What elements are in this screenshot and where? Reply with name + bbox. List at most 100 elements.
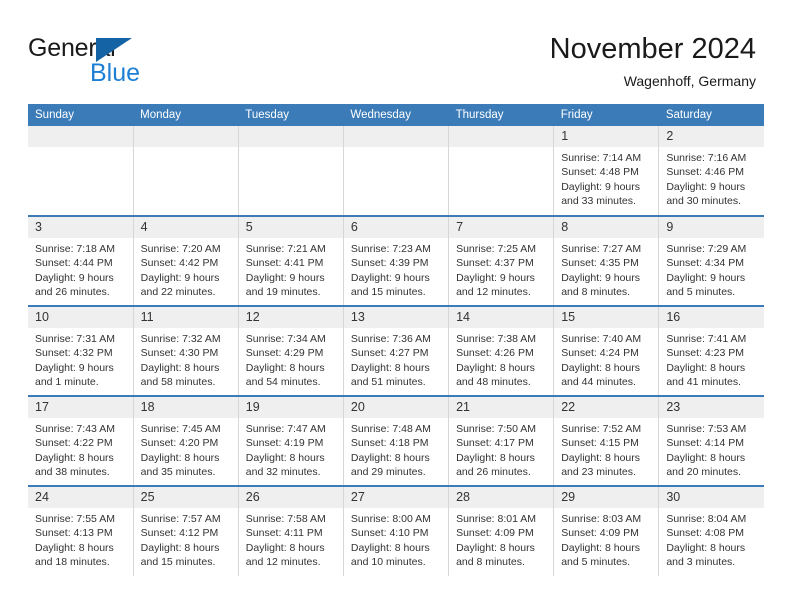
day-sun-info: Sunrise: 7:23 AM Sunset: 4:39 PM Daylight:…	[344, 238, 448, 300]
day-sun-info: Sunrise: 7:21 AM Sunset: 4:41 PM Daylight:…	[239, 238, 343, 300]
day-cell-inner: 10 Sunrise: 7:31 AM Sunset: 4:32 PM Dayligh…	[28, 307, 133, 395]
calendar-day-cell[interactable]: 8 Sunrise: 7:27 AM Sunset: 4:35 PM Daylight…	[553, 215, 660, 306]
sunrise-text: Sunrise: 7:55 AM	[35, 513, 115, 525]
calendar-day-cell[interactable]: 17 Sunrise: 7:43 AM Sunset: 4:22 PM Dayligh…	[28, 395, 134, 486]
day-cell-inner: 13 Sunrise: 7:36 AM Sunset: 4:27 PM Dayligh…	[343, 307, 449, 395]
daylight-text: Daylight: 9 hours and 1 minute.	[35, 361, 114, 389]
calendar-day-cell[interactable]: 30 Sunrise: 8:04 AM Sunset: 4:08 PM Dayligh…	[658, 485, 764, 576]
day-number: 2	[659, 126, 764, 147]
daylight-text: Daylight: 9 hours and 22 minutes.	[140, 271, 220, 299]
calendar-day-cell[interactable]: 11 Sunrise: 7:32 AM Sunset: 4:30 PM Dayligh…	[133, 305, 239, 396]
day-cell-inner	[449, 126, 554, 215]
day-sun-info: Sunrise: 7:45 AM Sunset: 4:20 PM Daylight:…	[134, 418, 238, 480]
calendar-day-cell[interactable]: 26 Sunrise: 7:58 AM Sunset: 4:11 PM Dayligh…	[238, 485, 344, 576]
general-blue-logo[interactable]: General Blue	[28, 34, 208, 87]
calendar-day-cell[interactable]: 25 Sunrise: 7:57 AM Sunset: 4:12 PM Dayligh…	[133, 485, 239, 576]
day-sun-info: Sunrise: 7:48 AM Sunset: 4:18 PM Daylight:…	[344, 418, 448, 480]
day-cell-inner: 4 Sunrise: 7:20 AM Sunset: 4:42 PM Daylight…	[133, 217, 238, 305]
day-number: 28	[449, 487, 554, 508]
calendar-day-cell[interactable]: 9 Sunrise: 7:29 AM Sunset: 4:34 PM Daylight…	[658, 215, 764, 306]
sunset-text: Sunset: 4:08 PM	[666, 527, 744, 540]
day-number	[238, 126, 343, 147]
day-number: 21	[449, 397, 554, 418]
calendar-week-row: 3 Sunrise: 7:18 AM Sunset: 4:44 PM Daylight…	[28, 215, 764, 306]
day-cell-inner: 29 Sunrise: 8:03 AM Sunset: 4:09 PM Dayligh…	[554, 487, 659, 576]
calendar-day-cell[interactable]: 18 Sunrise: 7:45 AM Sunset: 4:20 PM Dayligh…	[133, 395, 239, 486]
calendar-day-cell[interactable]: 5 Sunrise: 7:21 AM Sunset: 4:41 PM Daylight…	[238, 215, 344, 306]
logo-text-blue: Blue	[90, 59, 141, 87]
daylight-text: Daylight: 8 hours and 26 minutes.	[456, 451, 535, 479]
page-title: November 2024	[549, 33, 756, 65]
day-sun-info: Sunrise: 7:52 AM Sunset: 4:15 PM Daylight:…	[554, 418, 658, 480]
sunrise-text: Sunrise: 7:48 AM	[350, 423, 431, 435]
sunset-text: Sunset: 4:34 PM	[666, 257, 744, 270]
weekday-header-monday: Monday	[133, 104, 239, 126]
calendar-day-cell[interactable]: 19 Sunrise: 7:47 AM Sunset: 4:19 PM Dayligh…	[238, 395, 344, 486]
sunset-text: Sunset: 4:35 PM	[561, 257, 639, 270]
daylight-text: Daylight: 8 hours and 8 minutes.	[456, 541, 535, 569]
calendar-day-cell[interactable]: 13 Sunrise: 7:36 AM Sunset: 4:27 PM Dayligh…	[343, 305, 450, 396]
day-number: 24	[28, 487, 133, 508]
calendar-day-cell[interactable]: 1 Sunrise: 7:14 AM Sunset: 4:48 PM Daylight…	[553, 126, 660, 216]
day-cell-inner: 5 Sunrise: 7:21 AM Sunset: 4:41 PM Daylight…	[238, 217, 343, 305]
weekday-header-saturday: Saturday	[658, 104, 764, 126]
calendar-day-cell[interactable]: 7 Sunrise: 7:25 AM Sunset: 4:37 PM Daylight…	[448, 215, 555, 306]
calendar-day-cell[interactable]: 29 Sunrise: 8:03 AM Sunset: 4:09 PM Dayligh…	[553, 485, 660, 576]
day-cell-inner: 27 Sunrise: 8:00 AM Sunset: 4:10 PM Dayligh…	[343, 487, 449, 576]
calendar-day-cell[interactable]: 2 Sunrise: 7:16 AM Sunset: 4:46 PM Daylight…	[658, 126, 764, 216]
day-cell-inner	[28, 126, 133, 215]
sunrise-text: Sunrise: 7:50 AM	[456, 423, 537, 435]
day-sun-info: Sunrise: 7:14 AM Sunset: 4:48 PM Daylight:…	[554, 147, 658, 209]
sunrise-text: Sunrise: 7:32 AM	[140, 333, 221, 345]
calendar-day-cell[interactable]: 4 Sunrise: 7:20 AM Sunset: 4:42 PM Daylight…	[133, 215, 239, 306]
sunset-text: Sunset: 4:39 PM	[350, 257, 429, 270]
sunrise-text: Sunrise: 7:14 AM	[561, 152, 642, 164]
calendar-day-cell[interactable]: 3 Sunrise: 7:18 AM Sunset: 4:44 PM Daylight…	[28, 215, 134, 306]
calendar-week-row: 1 Sunrise: 7:14 AM Sunset: 4:48 PM Daylight…	[28, 126, 764, 216]
calendar-day-cell[interactable]: 12 Sunrise: 7:34 AM Sunset: 4:29 PM Dayligh…	[238, 305, 344, 396]
sunset-text: Sunset: 4:37 PM	[456, 257, 534, 270]
sunrise-text: Sunrise: 7:53 AM	[666, 423, 747, 435]
calendar-day-cell[interactable]: 27 Sunrise: 8:00 AM Sunset: 4:10 PM Dayligh…	[343, 485, 450, 576]
day-sun-info: Sunrise: 8:01 AM Sunset: 4:09 PM Daylight:…	[449, 508, 553, 570]
daylight-text: Daylight: 8 hours and 35 minutes.	[140, 451, 220, 479]
day-sun-info: Sunrise: 7:36 AM Sunset: 4:27 PM Daylight:…	[344, 328, 448, 390]
sunset-text: Sunset: 4:30 PM	[140, 347, 219, 360]
calendar-day-cell[interactable]: 22 Sunrise: 7:52 AM Sunset: 4:15 PM Dayligh…	[553, 395, 660, 486]
calendar-day-cell[interactable]: 14 Sunrise: 7:38 AM Sunset: 4:26 PM Dayligh…	[448, 305, 555, 396]
day-number: 18	[133, 397, 238, 418]
day-cell-inner: 7 Sunrise: 7:25 AM Sunset: 4:37 PM Daylight…	[449, 217, 554, 305]
day-number: 27	[343, 487, 449, 508]
sunrise-text: Sunrise: 7:38 AM	[456, 333, 537, 345]
daylight-text: Daylight: 8 hours and 38 minutes.	[35, 451, 114, 479]
day-number	[449, 126, 554, 147]
sunrise-text: Sunrise: 7:27 AM	[561, 243, 642, 255]
calendar-day-cell[interactable]: 24 Sunrise: 7:55 AM Sunset: 4:13 PM Dayligh…	[28, 485, 134, 576]
day-cell-inner: 21 Sunrise: 7:50 AM Sunset: 4:17 PM Dayligh…	[449, 397, 554, 485]
calendar-day-cell[interactable]: 16 Sunrise: 7:41 AM Sunset: 4:23 PM Dayligh…	[658, 305, 764, 396]
daylight-text: Daylight: 8 hours and 20 minutes.	[666, 451, 746, 479]
day-cell-inner: 30 Sunrise: 8:04 AM Sunset: 4:08 PM Dayligh…	[659, 487, 764, 576]
day-cell-inner: 18 Sunrise: 7:45 AM Sunset: 4:20 PM Dayligh…	[133, 397, 238, 485]
day-number: 7	[449, 217, 554, 238]
day-cell-inner: 3 Sunrise: 7:18 AM Sunset: 4:44 PM Daylight…	[28, 217, 133, 305]
sunset-text: Sunset: 4:46 PM	[666, 166, 744, 179]
daylight-text: Daylight: 9 hours and 33 minutes.	[561, 180, 640, 208]
calendar-day-cell[interactable]: 6 Sunrise: 7:23 AM Sunset: 4:39 PM Daylight…	[343, 215, 450, 306]
calendar-day-cell[interactable]: 15 Sunrise: 7:40 AM Sunset: 4:24 PM Dayligh…	[553, 305, 660, 396]
daylight-text: Daylight: 9 hours and 5 minutes.	[666, 271, 746, 299]
day-sun-info: Sunrise: 7:16 AM Sunset: 4:46 PM Daylight:…	[659, 147, 764, 209]
calendar-day-cell[interactable]: 21 Sunrise: 7:50 AM Sunset: 4:17 PM Dayligh…	[448, 395, 555, 486]
sunset-text: Sunset: 4:32 PM	[35, 347, 113, 360]
daylight-text: Daylight: 9 hours and 12 minutes.	[456, 271, 535, 299]
day-sun-info: Sunrise: 7:25 AM Sunset: 4:37 PM Daylight:…	[449, 238, 553, 300]
calendar-day-cell[interactable]: 10 Sunrise: 7:31 AM Sunset: 4:32 PM Dayligh…	[28, 305, 134, 396]
sunrise-text: Sunrise: 7:25 AM	[456, 243, 537, 255]
calendar-day-cell-empty	[343, 126, 450, 216]
calendar-day-cell[interactable]: 23 Sunrise: 7:53 AM Sunset: 4:14 PM Dayligh…	[658, 395, 764, 486]
calendar-day-cell[interactable]: 20 Sunrise: 7:48 AM Sunset: 4:18 PM Dayligh…	[343, 395, 450, 486]
day-sun-info: Sunrise: 7:41 AM Sunset: 4:23 PM Daylight:…	[659, 328, 764, 390]
calendar-day-cell[interactable]: 28 Sunrise: 8:01 AM Sunset: 4:09 PM Dayligh…	[448, 485, 555, 576]
day-cell-inner: 23 Sunrise: 7:53 AM Sunset: 4:14 PM Dayligh…	[659, 397, 764, 485]
sunset-text: Sunset: 4:19 PM	[245, 437, 324, 450]
